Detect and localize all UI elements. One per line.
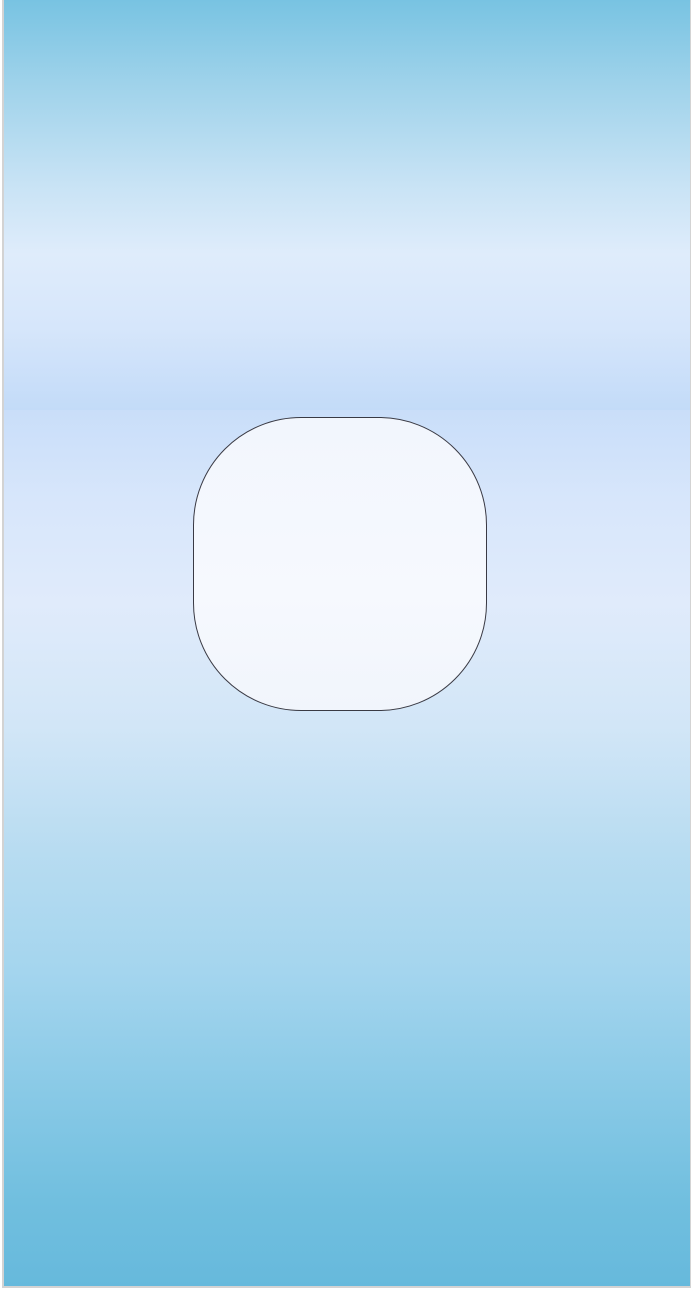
rounded-square-tile[interactable] <box>193 417 487 711</box>
top-panel <box>4 0 690 410</box>
